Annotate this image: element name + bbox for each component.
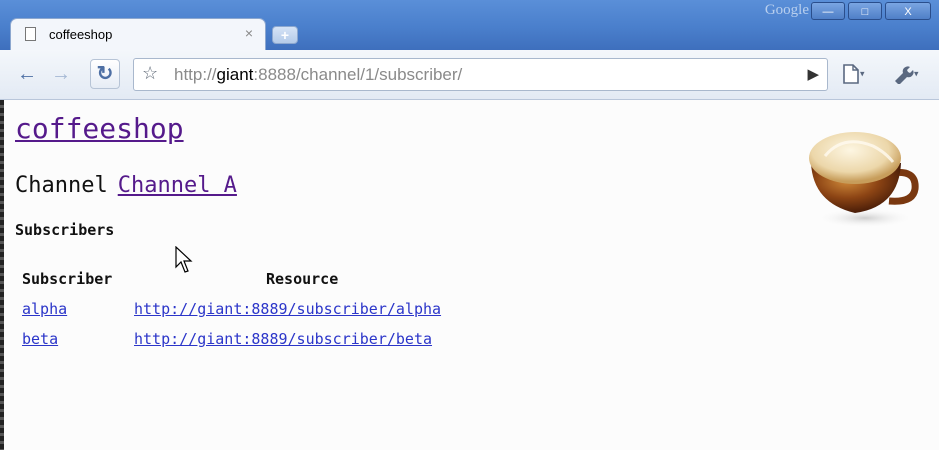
coffee-cup-image	[803, 118, 921, 230]
go-icon[interactable]: ▶	[807, 65, 819, 83]
site-title-link[interactable]: coffeeshop	[15, 112, 184, 145]
table-row-resource: http://giant:8889/subscriber/beta	[134, 330, 432, 348]
minimize-button[interactable]: —	[811, 2, 845, 20]
star-icon[interactable]: ☆	[142, 63, 158, 84]
close-window-button[interactable]: X	[885, 2, 931, 20]
channel-link[interactable]: Channel A	[118, 173, 237, 198]
wrench-icon[interactable]: ▾	[892, 63, 919, 85]
maximize-button[interactable]: □	[848, 2, 882, 20]
browser-tab[interactable]: coffeeshop ×	[10, 18, 266, 52]
channel-line: Channel Channel A	[15, 173, 237, 198]
tab-close-icon[interactable]: ×	[245, 25, 253, 41]
table-row: alpha	[22, 300, 67, 318]
table-row-resource: http://giant:8889/subscriber/alpha	[134, 300, 441, 318]
page-content: coffeeshop Channel Channel A Subscribers …	[4, 100, 939, 450]
channel-label: Channel	[15, 173, 108, 198]
browser-toolbar: ← → ↻ ☆ http://giant:8888/channel/1/subs…	[0, 50, 939, 100]
subscriber-link[interactable]: alpha	[22, 300, 67, 318]
tab-title: coffeeshop	[49, 27, 113, 42]
subscriber-link[interactable]: beta	[22, 330, 58, 348]
reload-icon[interactable]: ↻	[90, 59, 120, 89]
column-header-resource: Resource	[266, 270, 339, 288]
address-bar[interactable]: ☆ http://giant:8888/channel/1/subscriber…	[133, 58, 828, 91]
column-header-subscriber: Subscriber	[22, 270, 113, 288]
resource-link[interactable]: http://giant:8889/subscriber/beta	[134, 330, 432, 348]
browser-brand: Google	[764, 2, 809, 18]
forward-icon[interactable]: →	[46, 61, 76, 87]
window-controls: — □ X	[811, 2, 931, 20]
new-tab-button[interactable]: +	[272, 26, 298, 44]
subscribers-heading: Subscribers	[15, 221, 115, 239]
mouse-cursor	[175, 245, 193, 278]
page-menu-icon[interactable]: ▾	[842, 63, 865, 85]
address-url[interactable]: http://giant:8888/channel/1/subscriber/	[174, 65, 462, 85]
resource-link[interactable]: http://giant:8889/subscriber/alpha	[134, 300, 441, 318]
page-icon	[25, 27, 36, 41]
table-row: beta	[22, 330, 58, 348]
back-icon[interactable]: ←	[12, 61, 42, 87]
